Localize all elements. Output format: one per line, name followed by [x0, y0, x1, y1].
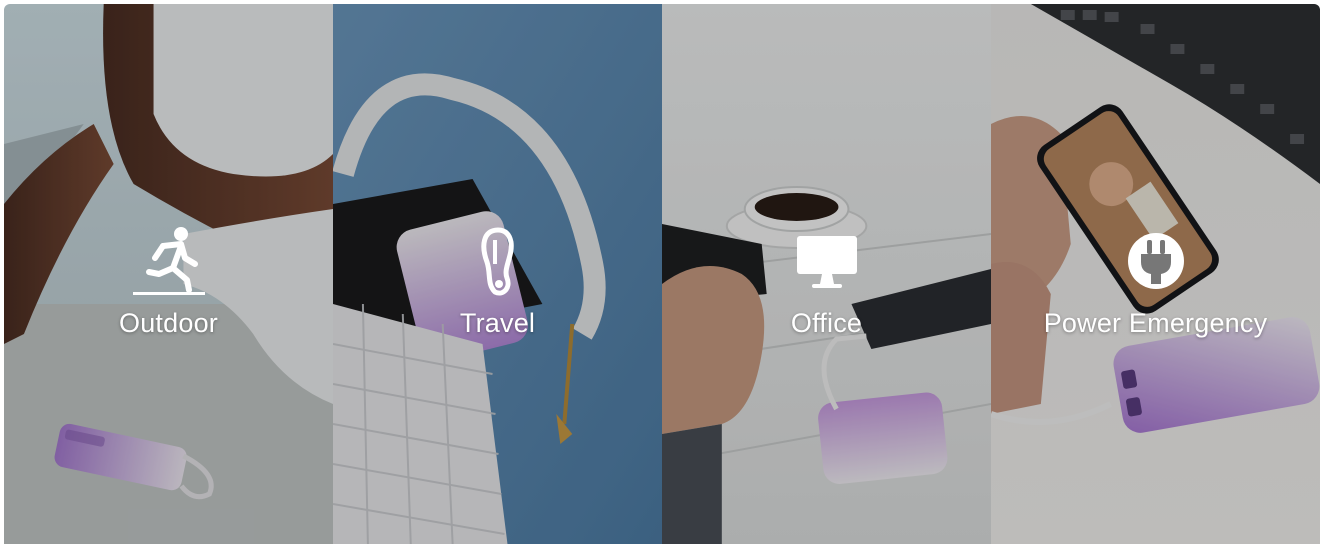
scenario-card-travel[interactable]: Travel: [333, 4, 662, 544]
scenario-caption: Power Emergency: [991, 226, 1320, 339]
scenario-label: Office: [790, 308, 863, 338]
scenario-caption: Office: [662, 226, 991, 339]
scenario-card-power-emergency[interactable]: Power Emergency: [991, 4, 1320, 544]
scenario-caption: Outdoor: [4, 226, 333, 339]
carabiner-icon: [333, 226, 662, 296]
scenario-caption: Travel: [333, 226, 662, 339]
scenario-label: Power Emergency: [1043, 308, 1268, 338]
usage-scenarios-strip: Outdoor Travel Office Power Emergency: [4, 4, 1320, 544]
desktop-monitor-icon: [662, 226, 991, 296]
scenario-card-office[interactable]: Office: [662, 4, 991, 544]
plug-icon: [991, 226, 1320, 296]
scenario-card-outdoor[interactable]: Outdoor: [4, 4, 333, 544]
scenario-label: Outdoor: [119, 308, 218, 338]
running-person-icon: [4, 226, 333, 296]
scenario-label: Travel: [459, 308, 536, 338]
